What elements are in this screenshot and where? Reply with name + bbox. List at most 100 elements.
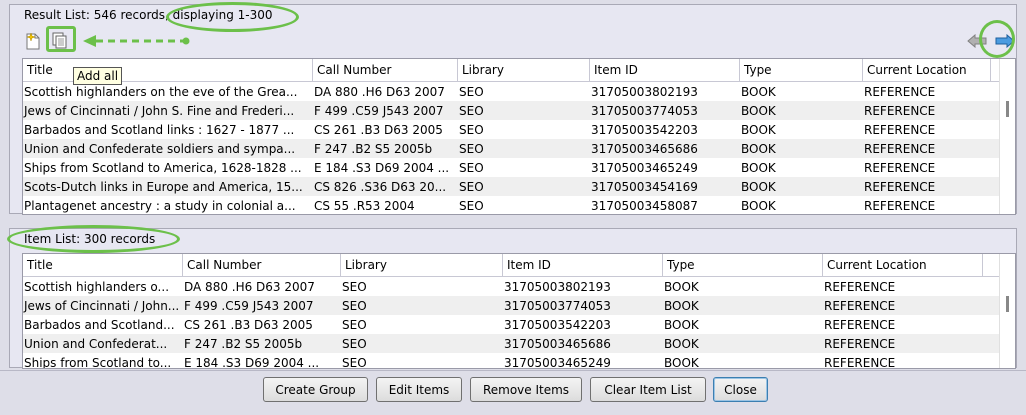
table-cell: BOOK (741, 104, 776, 118)
table-cell: Scots-Dutch links in Europe and America,… (24, 180, 303, 194)
table-cell: 31705003454169 (591, 180, 698, 194)
table-cell: F 247 .B2 S5 2005b (184, 337, 303, 351)
arrow-left-icon (967, 34, 987, 48)
table-row[interactable]: Union and Confederate soldiers and sympa… (23, 139, 1015, 158)
next-button[interactable] (994, 30, 1016, 52)
add-all-tooltip: Add all (73, 67, 123, 85)
table-cell: Scottish highlanders o... (24, 280, 170, 294)
table-cell: CS 55 .R53 2004 (314, 199, 415, 213)
item-table-body: Scottish highlanders o... DA 880 .H6 D63 … (23, 277, 1015, 369)
table-cell: SEO (342, 337, 367, 351)
table-cell: F 499 .C59 J543 2007 (314, 104, 444, 118)
table-row[interactable]: Barbados and Scotland links : 1627 - 187… (23, 120, 1015, 139)
table-row[interactable]: Union and Confederat... F 247 .B2 S5 2005… (23, 334, 1015, 353)
result-table-body: Scottish highlanders on the eve of the G… (23, 82, 1015, 214)
item-list-panel: Item List: 300 records Title Call Number… (9, 228, 1017, 369)
table-cell: 31705003542203 (591, 123, 698, 137)
column-header-type[interactable]: Type (663, 254, 823, 276)
table-row[interactable]: Ships from Scotland to America, 1628-182… (23, 158, 1015, 177)
table-cell: CS 261 .B3 D63 2005 (184, 318, 313, 332)
table-cell: Plantagenet ancestry : a study in coloni… (24, 199, 296, 213)
table-cell: BOOK (741, 161, 776, 175)
table-cell: BOOK (741, 123, 776, 137)
table-cell: SEO (342, 280, 367, 294)
column-header-item-id[interactable]: Item ID (590, 59, 740, 81)
column-header-call-number[interactable]: Call Number (313, 59, 458, 81)
result-list-panel: Result List: 546 records, displaying 1-3… (9, 4, 1017, 215)
table-cell: REFERENCE (864, 123, 936, 137)
table-row[interactable]: Scottish highlanders on the eve of the G… (23, 82, 1015, 101)
clear-item-list-button[interactable]: Clear Item List (590, 377, 706, 402)
table-cell: 31705003465249 (504, 356, 611, 369)
table-cell: SEO (459, 161, 484, 175)
table-cell: SEO (459, 123, 484, 137)
table-cell: Jews of Cincinnati / John... (24, 299, 180, 313)
column-header-library[interactable]: Library (341, 254, 503, 276)
item-list-title: Item List: 300 records (22, 232, 158, 246)
table-cell: SEO (342, 318, 367, 332)
create-group-button[interactable]: Create Group (263, 377, 368, 402)
table-cell: 31705003542203 (504, 318, 611, 332)
result-toolbar (22, 30, 1015, 56)
table-cell: DA 880 .H6 D63 2007 (314, 85, 445, 99)
table-cell: Union and Confederat... (24, 337, 168, 351)
table-cell: REFERENCE (824, 299, 896, 313)
column-header-library[interactable]: Library (458, 59, 590, 81)
table-cell: 31705003465686 (504, 337, 611, 351)
column-header-title[interactable]: Title (23, 254, 183, 276)
add-all-button[interactable] (49, 30, 71, 52)
result-list-table[interactable]: Title Call Number Library Item ID Type C… (22, 58, 1016, 215)
table-cell: SEO (459, 104, 484, 118)
result-list-title: Result List: 546 records, displaying 1-3… (22, 8, 275, 22)
arrow-right-icon (995, 34, 1015, 48)
table-row[interactable]: Jews of Cincinnati / John... F 499 .C59 J… (23, 296, 1015, 315)
table-cell: Barbados and Scotland... (24, 318, 175, 332)
table-cell: 31705003802193 (591, 85, 698, 99)
remove-items-button[interactable]: Remove Items (470, 377, 582, 402)
table-row[interactable]: Jews of Cincinnati / John S. Fine and Fr… (23, 101, 1015, 120)
column-header-item-id[interactable]: Item ID (503, 254, 663, 276)
column-header-current-location[interactable]: Current Location (823, 254, 983, 276)
table-row[interactable]: Scots-Dutch links in Europe and America,… (23, 177, 1015, 196)
column-header-call-number[interactable]: Call Number (183, 254, 341, 276)
table-row[interactable]: Ships from Scotland to... E 184 .S3 D69 2… (23, 353, 1015, 369)
item-scrollbar[interactable] (999, 254, 1015, 368)
table-cell: 31705003802193 (504, 280, 611, 294)
table-row[interactable]: Plantagenet ancestry : a study in coloni… (23, 196, 1015, 214)
close-button[interactable]: Close (713, 377, 768, 402)
result-table-header: Title Call Number Library Item ID Type C… (23, 59, 1015, 82)
table-cell: REFERENCE (824, 318, 896, 332)
table-cell: Jews of Cincinnati / John S. Fine and Fr… (24, 104, 295, 118)
table-cell: CS 826 .S36 D63 20... (314, 180, 447, 194)
table-row[interactable]: Scottish highlanders o... DA 880 .H6 D63 … (23, 277, 1015, 296)
column-header-title[interactable]: Title (23, 59, 313, 81)
table-cell: Scottish highlanders on the eve of the G… (24, 85, 298, 99)
table-cell: REFERENCE (864, 180, 936, 194)
table-cell: REFERENCE (864, 85, 936, 99)
table-cell: F 247 .B2 S5 2005b (314, 142, 433, 156)
table-cell: BOOK (664, 280, 699, 294)
table-cell: REFERENCE (864, 199, 936, 213)
scroll-thumb[interactable] (1006, 296, 1009, 312)
table-cell: BOOK (741, 180, 776, 194)
column-header-type[interactable]: Type (740, 59, 863, 81)
table-cell: Ships from Scotland to... (24, 356, 172, 369)
table-cell: SEO (459, 142, 484, 156)
table-cell: REFERENCE (824, 280, 896, 294)
table-cell: 31705003458087 (591, 199, 698, 213)
add-selected-button[interactable] (22, 30, 44, 52)
table-cell: Ships from Scotland to America, 1628-182… (24, 161, 302, 175)
table-cell: 31705003774053 (504, 299, 611, 313)
result-scrollbar[interactable] (999, 59, 1015, 214)
table-row[interactable]: Barbados and Scotland... CS 261 .B3 D63 2… (23, 315, 1015, 334)
item-list-table[interactable]: Title Call Number Library Item ID Type C… (22, 253, 1016, 369)
table-cell: Barbados and Scotland links : 1627 - 187… (24, 123, 295, 137)
edit-items-button[interactable]: Edit Items (376, 377, 462, 402)
scroll-thumb[interactable] (1006, 101, 1009, 117)
table-cell: BOOK (664, 337, 699, 351)
table-cell: 31705003465249 (591, 161, 698, 175)
previous-button[interactable] (966, 30, 988, 52)
table-cell: BOOK (664, 299, 699, 313)
column-header-current-location[interactable]: Current Location (863, 59, 991, 81)
item-table-header: Title Call Number Library Item ID Type C… (23, 254, 1015, 277)
